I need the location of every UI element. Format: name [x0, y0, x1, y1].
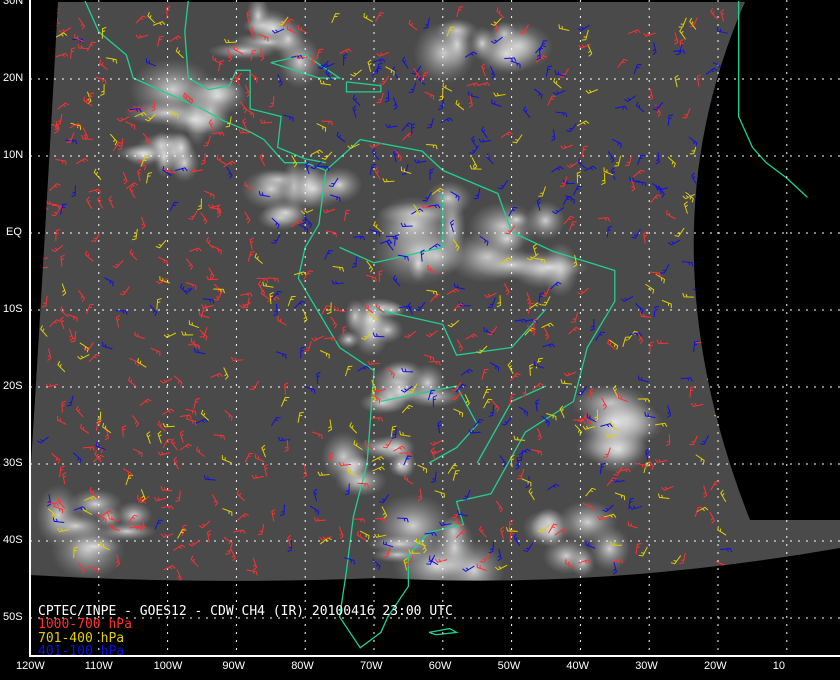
lon-label: 30W: [635, 660, 658, 672]
lon-label: 60W: [428, 660, 452, 672]
wind-barb: [712, 114, 718, 127]
cloud: [45, 512, 107, 540]
lat-label: 30N: [3, 0, 24, 7]
lon-label: 10: [772, 660, 786, 672]
cloud: [477, 33, 536, 75]
wind-barb: [712, 198, 723, 207]
lon-label: 20W: [704, 660, 727, 672]
wind-barb: [709, 253, 719, 263]
cloud: [359, 391, 406, 415]
wind-barb: [709, 102, 715, 116]
wind-barb: [708, 178, 717, 190]
wind-barb: [714, 114, 726, 120]
cloud: [334, 466, 388, 497]
cloud: [240, 168, 302, 211]
wind-barb: [710, 200, 723, 209]
wind-barb: [706, 372, 718, 381]
cloud: [207, 42, 279, 60]
wind-barb: [33, 190, 45, 199]
lat-label: 30S: [3, 457, 23, 469]
wind-barb: [718, 137, 731, 144]
lon-label: 90W: [222, 660, 246, 672]
lat-label: 20N: [3, 72, 24, 84]
legend-low-level: 1000-700 hPa: [38, 617, 132, 632]
lon-label: 110W: [84, 660, 113, 672]
wind-barb: [721, 248, 726, 261]
cloud: [347, 296, 394, 342]
lat-label: 40S: [3, 534, 23, 546]
wind-barb: [710, 127, 721, 135]
cloud: [542, 537, 591, 575]
lon-label: 70W: [360, 660, 383, 672]
lon-label: 100W: [153, 660, 183, 672]
wind-barb: [718, 264, 729, 273]
wind-barb: [717, 213, 730, 221]
wind-barb: [721, 365, 726, 378]
lon-label: 40W: [566, 660, 590, 672]
lat-label: 20S: [3, 380, 23, 392]
wind-barb: [707, 148, 713, 161]
map-canvas: [29, 0, 840, 657]
wind-barb: [716, 244, 727, 254]
wind-barb: [714, 330, 720, 342]
wind-barb: [707, 346, 712, 359]
wind-barb: [719, 417, 724, 431]
cloud: [381, 360, 424, 384]
legend-high-level: 401-100 hPa: [38, 644, 125, 659]
wind-barb: [704, 265, 712, 278]
wind-barb: [714, 408, 725, 418]
lat-label: 50S: [3, 611, 23, 623]
cloud: [488, 223, 526, 254]
cloud: [160, 104, 229, 135]
lat-label: EQ: [6, 226, 22, 238]
lon-label: 120W: [16, 660, 45, 672]
lon-label: 80W: [291, 660, 314, 672]
lat-label: 10S: [3, 303, 23, 315]
lat-label: 10N: [3, 149, 24, 161]
cloud: [442, 19, 472, 70]
cloud: [525, 200, 566, 241]
wind-barb: [712, 174, 719, 187]
lon-label: 50W: [497, 660, 521, 672]
wind-barb: [721, 344, 732, 354]
wind-barb: [726, 319, 738, 328]
satellite-map: 30N 20N 10N EQ 10S 20S 30S 40S 50S 120W 110W 100W 9…: [0, 0, 840, 680]
cloud: [97, 522, 157, 541]
wind-barb: [707, 214, 719, 221]
coastline-africa: [737, 1, 808, 198]
